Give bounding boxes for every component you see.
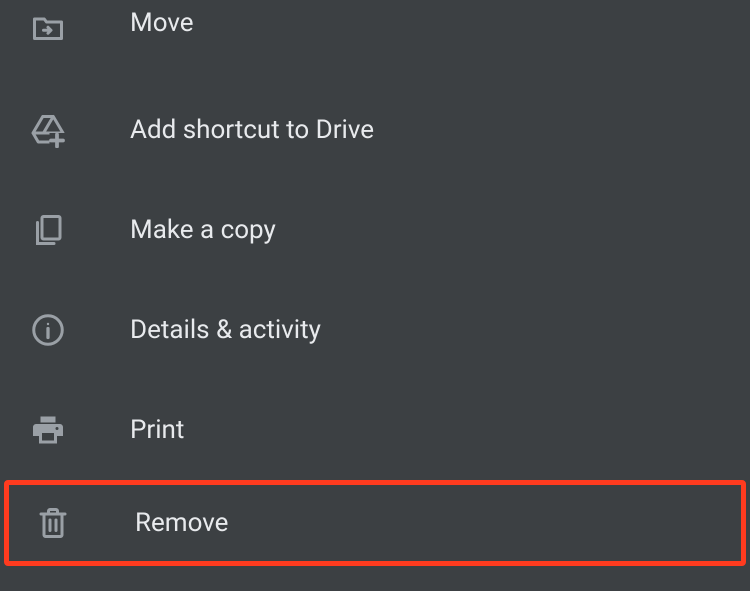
menu-item-label: Move xyxy=(130,8,194,38)
context-menu: Move Add shortcut to Drive Make a copy xyxy=(0,0,750,570)
menu-item-label: Make a copy xyxy=(130,215,276,245)
menu-item-details[interactable]: Details & activity xyxy=(0,280,750,380)
menu-item-label: Details & activity xyxy=(130,315,321,345)
menu-item-move[interactable]: Move xyxy=(0,0,750,80)
menu-item-label: Add shortcut to Drive xyxy=(130,115,374,145)
copy-icon xyxy=(28,210,68,250)
print-icon xyxy=(28,410,68,450)
info-icon xyxy=(28,310,68,350)
menu-item-label: Remove xyxy=(135,508,228,538)
drive-shortcut-icon xyxy=(28,110,68,150)
trash-icon xyxy=(33,503,73,543)
menu-item-print[interactable]: Print xyxy=(0,380,750,480)
menu-item-add-shortcut[interactable]: Add shortcut to Drive xyxy=(0,80,750,180)
menu-item-label: Print xyxy=(130,415,184,445)
menu-item-make-copy[interactable]: Make a copy xyxy=(0,180,750,280)
move-folder-icon xyxy=(28,8,68,48)
menu-item-remove[interactable]: Remove xyxy=(4,480,746,566)
